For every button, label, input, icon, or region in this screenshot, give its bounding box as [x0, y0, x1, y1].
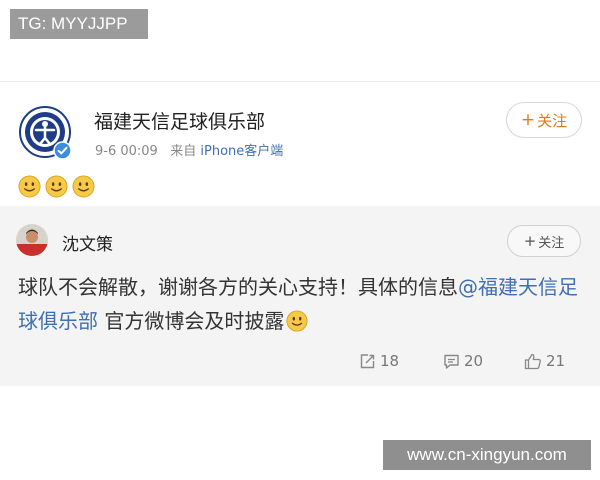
- follow-label: 关注: [538, 235, 565, 251]
- post-meta: 9-6 00:09 来自 iPhone客户端: [95, 140, 283, 159]
- repost-avatar[interactable]: [16, 224, 48, 256]
- smile-emoji-icon: [286, 310, 308, 332]
- follow-label: 关注: [537, 111, 568, 130]
- repost-count: 18: [380, 352, 400, 370]
- repost-text: 球队不会解散，谢谢各方的关心支持！具体的信息@福建天信足球俱乐部 官方微博会及时…: [18, 270, 586, 338]
- source-client-link[interactable]: iPhone客户端: [200, 144, 283, 159]
- comment-action[interactable]: 20: [443, 350, 483, 372]
- user-avatar-icon: [16, 224, 48, 256]
- repost-action[interactable]: 18: [359, 350, 399, 372]
- like-count: 21: [546, 352, 566, 370]
- post-username[interactable]: 福建天信足球俱乐部: [94, 107, 265, 134]
- tg-overlay-label: TG: MYYJJPP: [10, 9, 148, 39]
- follow-button[interactable]: + 关注: [506, 102, 582, 138]
- smile-emoji-icon: [45, 175, 68, 198]
- repost-text-part2: 官方微博会及时披露: [98, 309, 285, 333]
- comment-icon: [444, 354, 459, 369]
- repost-username[interactable]: 沈文策: [62, 230, 113, 255]
- source-prefix: 来自: [170, 144, 197, 159]
- watermark-label: www.cn-xingyun.com: [383, 440, 591, 470]
- comment-count: 20: [464, 352, 484, 370]
- post-timestamp: 9-6 00:09: [95, 144, 158, 159]
- plus-icon: +: [523, 232, 537, 250]
- plus-icon: +: [520, 110, 536, 130]
- smile-emoji-icon: [72, 175, 95, 198]
- like-action[interactable]: 21: [524, 350, 565, 372]
- divider: [0, 81, 600, 82]
- repost-text-part1: 球队不会解散，谢谢各方的关心支持！具体的信息: [18, 275, 458, 299]
- verified-badge-icon: [53, 141, 72, 160]
- repost-follow-button[interactable]: + 关注: [507, 225, 581, 257]
- smile-emoji-icon: [18, 175, 41, 198]
- share-icon: [360, 353, 375, 368]
- post-emojis: [18, 175, 95, 198]
- thumbs-up-icon: [524, 353, 541, 369]
